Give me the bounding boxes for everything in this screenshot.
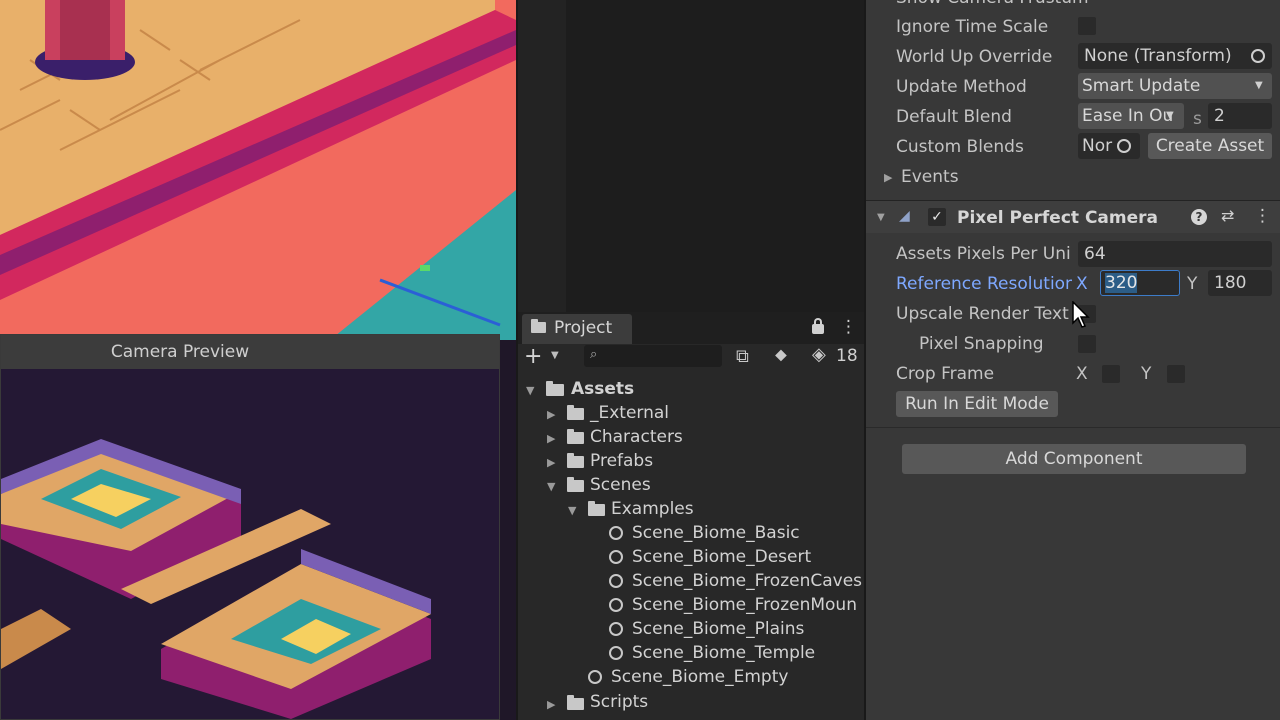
tree-expanded-arrow[interactable]: ▼	[526, 384, 534, 397]
camera-preview-title: Camera Preview	[1, 335, 499, 369]
custom-blends-label: Custom Blends	[896, 137, 1024, 157]
run-in-edit-mode-button[interactable]: Run In Edit Mode	[896, 391, 1058, 417]
default-blend-label: Default Blend	[896, 107, 1012, 127]
hidden-packages-count: 18	[836, 346, 858, 366]
reference-resolution-x-label: X	[1076, 274, 1088, 294]
search-by-type-icon[interactable]: ⧉	[736, 346, 749, 367]
reference-resolution-y-label: Y	[1187, 274, 1198, 294]
ignore-time-scale-label: Ignore Time Scale	[896, 17, 1049, 37]
camera-preview-render	[1, 369, 499, 719]
folder-icon	[567, 695, 584, 710]
upscale-render-texture-label: Upscale Render Text	[896, 304, 1069, 324]
folder-open-icon	[588, 501, 605, 516]
foldout-arrow-icon[interactable]: ▶	[884, 171, 892, 184]
project-tab-label: Project	[554, 318, 613, 338]
tree-item-scenes[interactable]: Scenes	[590, 475, 651, 495]
tree-expanded-arrow[interactable]: ▼	[568, 504, 576, 517]
tree-expanded-arrow[interactable]: ▼	[547, 480, 555, 493]
reference-resolution-x-input[interactable]: 320	[1100, 270, 1180, 296]
default-blend-time-field[interactable]: 2	[1208, 103, 1272, 129]
scene-asset-icon	[609, 622, 623, 636]
component-enabled-checkbox[interactable]: ✓	[928, 208, 946, 226]
events-foldout[interactable]: Events	[901, 167, 959, 187]
tree-collapsed-arrow[interactable]: ▶	[547, 408, 555, 421]
tree-item-characters[interactable]: Characters	[590, 427, 683, 447]
tree-item-external[interactable]: _External	[590, 403, 669, 423]
tree-item-scene-plains[interactable]: Scene_Biome_Plains	[632, 619, 804, 639]
scene-asset-icon	[588, 670, 602, 684]
crop-frame-x-label: X	[1076, 364, 1088, 384]
ignore-time-scale-checkbox[interactable]	[1078, 17, 1096, 35]
help-icon[interactable]: ?	[1191, 209, 1207, 225]
tree-item-scene-empty[interactable]: Scene_Biome_Empty	[611, 667, 788, 687]
camera-preview-window[interactable]: Camera Preview	[0, 334, 500, 720]
tree-item-prefabs[interactable]: Prefabs	[590, 451, 653, 471]
hidden-packages-icon[interactable]: ◈	[812, 344, 826, 365]
tree-collapsed-arrow[interactable]: ▶	[547, 456, 555, 469]
crop-frame-y-label: Y	[1141, 364, 1152, 384]
tree-item-scene-basic[interactable]: Scene_Biome_Basic	[632, 523, 800, 543]
search-icon: ⌕	[590, 347, 598, 362]
component-title: Pixel Perfect Camera	[957, 208, 1158, 228]
search-input[interactable]	[584, 345, 722, 367]
scene-asset-icon	[609, 526, 623, 540]
object-picker-icon[interactable]	[1251, 49, 1265, 63]
world-up-override-label: World Up Override	[896, 47, 1053, 67]
reference-resolution-x-value: 320	[1105, 273, 1138, 293]
default-blend-s-label: s	[1193, 109, 1202, 129]
create-asset-button[interactable]: Create Asset	[1148, 133, 1272, 159]
lock-icon[interactable]	[812, 318, 824, 334]
tree-item-scene-frozencaves[interactable]: Scene_Biome_FrozenCaves	[632, 571, 864, 591]
component-menu-icon[interactable]: ⋮	[1254, 206, 1271, 226]
camera-component-icon: ◢	[899, 208, 910, 224]
kebab-menu-icon[interactable]: ⋮	[840, 317, 857, 337]
chevron-down-icon[interactable]: ▼	[551, 350, 559, 361]
update-method-label: Update Method	[896, 77, 1027, 97]
tree-item-examples[interactable]: Examples	[611, 499, 694, 519]
scene-view[interactable]: Camera Preview	[0, 0, 516, 720]
tree-item-scene-desert[interactable]: Scene_Biome_Desert	[632, 547, 811, 567]
mouse-cursor-icon	[1072, 301, 1090, 328]
tree-item-scripts[interactable]: Scripts	[590, 692, 648, 712]
chevron-down-icon: ▼	[1166, 110, 1174, 121]
crop-frame-label: Crop Frame	[896, 364, 995, 384]
crop-frame-x-checkbox[interactable]	[1102, 365, 1120, 383]
crop-frame-y-checkbox[interactable]	[1167, 365, 1185, 383]
presets-icon[interactable]: ⇄	[1221, 206, 1234, 225]
tree-item-scene-frozenmount[interactable]: Scene_Biome_FrozenMoun	[632, 595, 864, 615]
scene-asset-icon	[609, 646, 623, 660]
tree-item-assets[interactable]: Assets	[571, 379, 634, 399]
folder-open-icon	[567, 477, 584, 492]
folder-icon	[546, 381, 564, 396]
tree-collapsed-arrow[interactable]: ▶	[547, 432, 555, 445]
label-tag-icon[interactable]: ⬥	[775, 345, 787, 365]
world-up-override-field[interactable]: None (Transform)	[1078, 43, 1272, 69]
add-component-button[interactable]: Add Component	[902, 444, 1246, 474]
reference-resolution-y-input[interactable]: 180	[1208, 270, 1272, 296]
show-camera-frustum-label: Show Camera Frustum	[896, 0, 1089, 8]
folder-icon	[567, 429, 584, 444]
pixel-snapping-checkbox[interactable]	[1078, 335, 1096, 353]
scene-asset-icon	[609, 598, 623, 612]
folder-icon	[567, 453, 584, 468]
reference-resolution-label: Reference Resolution	[896, 274, 1072, 294]
chevron-down-icon: ▼	[1255, 80, 1263, 91]
create-plus-button[interactable]: +	[524, 344, 542, 369]
foldout-expanded-icon[interactable]: ▼	[877, 212, 885, 223]
pixel-snapping-label: Pixel Snapping	[919, 334, 1044, 354]
assets-ppu-field[interactable]: 64	[1078, 241, 1272, 267]
hierarchy-panel	[518, 0, 864, 312]
update-method-dropdown[interactable]: Smart Update	[1078, 73, 1272, 99]
scene-asset-icon	[609, 574, 623, 588]
scene-asset-icon	[609, 550, 623, 564]
tree-item-scene-temple[interactable]: Scene_Biome_Temple	[632, 643, 815, 663]
object-picker-icon[interactable]	[1117, 139, 1131, 153]
inspector-divider	[866, 427, 1280, 428]
tree-collapsed-arrow[interactable]: ▶	[547, 698, 555, 711]
assets-ppu-label: Assets Pixels Per Uni	[896, 244, 1071, 264]
folder-icon	[567, 405, 584, 420]
hierarchy-gutter	[518, 0, 566, 312]
